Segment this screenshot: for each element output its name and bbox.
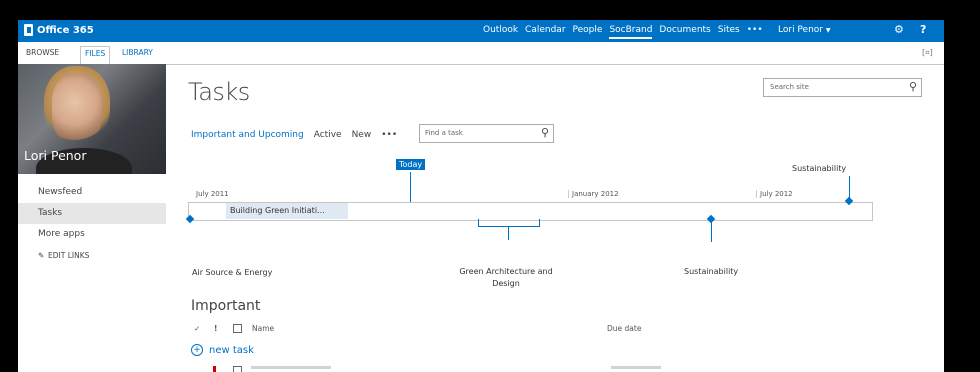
milestone-connector — [711, 220, 712, 242]
today-line — [410, 172, 411, 202]
nav-calendar[interactable]: Calendar — [525, 25, 565, 39]
view-important-upcoming[interactable]: Important and Upcoming — [191, 130, 304, 140]
profile-name: Lori Penor — [24, 148, 87, 163]
find-task-placeholder: Find a task — [425, 129, 463, 137]
tick-july-2011: July 2011 — [196, 190, 229, 198]
row-checkbox[interactable] — [233, 366, 242, 372]
edit-links-button[interactable]: ✎ EDIT LINKS — [18, 245, 166, 266]
nav-socbrand[interactable]: SocBrand — [609, 25, 653, 39]
column-due-date[interactable]: Due date — [607, 324, 641, 333]
tab-library[interactable]: LIBRARY — [122, 48, 153, 57]
tab-browse[interactable]: BROWSE — [26, 48, 59, 57]
milestone-label-sustainability-top[interactable]: Sustainability — [792, 164, 846, 173]
search-icon[interactable]: ⚲ — [541, 126, 549, 139]
tick-january-2012: January 2012 — [568, 190, 619, 198]
milestone-label-air-source[interactable]: Air Source & Energy — [192, 268, 272, 277]
priority-flag — [213, 366, 216, 372]
focus-on-content-icon[interactable]: [⌗] — [922, 48, 933, 58]
ribbon-tabs: BROWSE FILES LIBRARY — [18, 42, 944, 66]
timeline-task-building-green[interactable]: Building Green Initiati... — [226, 203, 348, 219]
sidebar-item-more-apps[interactable]: More apps — [18, 224, 166, 245]
user-menu[interactable]: Lori Penor ▼ — [778, 25, 830, 35]
view-active[interactable]: Active — [314, 130, 342, 140]
range-connector — [508, 226, 509, 240]
checkmark-icon[interactable]: ✓ — [194, 324, 200, 333]
chevron-down-icon: ▼ — [825, 27, 831, 34]
today-marker: Today — [396, 159, 426, 170]
milestone-connector — [849, 176, 850, 200]
view-new[interactable]: New — [352, 130, 372, 140]
nav-sites[interactable]: Sites — [718, 25, 740, 39]
photo-face — [52, 74, 102, 144]
timeline: Today July 2011 January 2012 July 2012 B… — [185, 156, 888, 288]
row-due-cut — [611, 366, 661, 369]
user-name: Lori Penor — [778, 25, 823, 35]
range-bracket — [478, 219, 540, 227]
priority-icon: ! — [214, 324, 218, 333]
sidebar-item-tasks[interactable]: Tasks — [18, 203, 166, 224]
tab-files[interactable]: FILES — [80, 46, 111, 66]
pencil-icon: ✎ — [38, 251, 45, 260]
nav-documents[interactable]: Documents — [659, 25, 710, 39]
help-icon[interactable]: ? — [920, 23, 926, 36]
sidebar-item-newsfeed[interactable]: Newsfeed — [18, 182, 166, 203]
site-search-placeholder: Search site — [770, 83, 809, 91]
nav-people[interactable]: People — [573, 25, 603, 39]
office-icon — [24, 24, 33, 36]
view-more[interactable]: ••• — [381, 130, 397, 140]
view-tabs: Important and Upcoming Active New ••• — [191, 130, 397, 140]
edit-links-label: EDIT LINKS — [48, 251, 90, 260]
milestone-label-green-architecture[interactable]: Green Architecture and Design — [446, 266, 566, 290]
new-task-button[interactable]: + new task — [191, 344, 254, 356]
section-title-important: Important — [191, 298, 261, 314]
search-icon[interactable]: ⚲ — [909, 80, 917, 93]
brand-label: Office 365 — [37, 24, 94, 36]
tick-july-2012: July 2012 — [756, 190, 793, 198]
site-search-input[interactable]: Search site ⚲ — [763, 78, 922, 97]
sharepoint-window: Office 365 Outlook Calendar People SocBr… — [18, 20, 944, 372]
plus-icon: + — [191, 344, 203, 356]
office365-logo[interactable]: Office 365 — [24, 24, 94, 36]
find-task-input[interactable]: Find a task ⚲ — [419, 124, 554, 143]
nav-more[interactable]: ••• — [747, 25, 763, 39]
row-name-cut — [251, 366, 331, 369]
profile-photo[interactable]: Lori Penor — [18, 64, 166, 174]
suite-bar: Office 365 Outlook Calendar People SocBr… — [18, 20, 944, 42]
left-nav: Newsfeed Tasks More apps ✎ EDIT LINKS — [18, 182, 166, 266]
suite-nav: Outlook Calendar People SocBrand Documen… — [483, 25, 763, 39]
new-task-label: new task — [209, 344, 254, 356]
page-title: Tasks — [188, 78, 250, 106]
gear-icon[interactable]: ⚙ — [894, 23, 904, 36]
nav-outlook[interactable]: Outlook — [483, 25, 518, 39]
column-name[interactable]: Name — [252, 324, 274, 333]
milestone-label-sustainability[interactable]: Sustainability — [684, 267, 738, 276]
